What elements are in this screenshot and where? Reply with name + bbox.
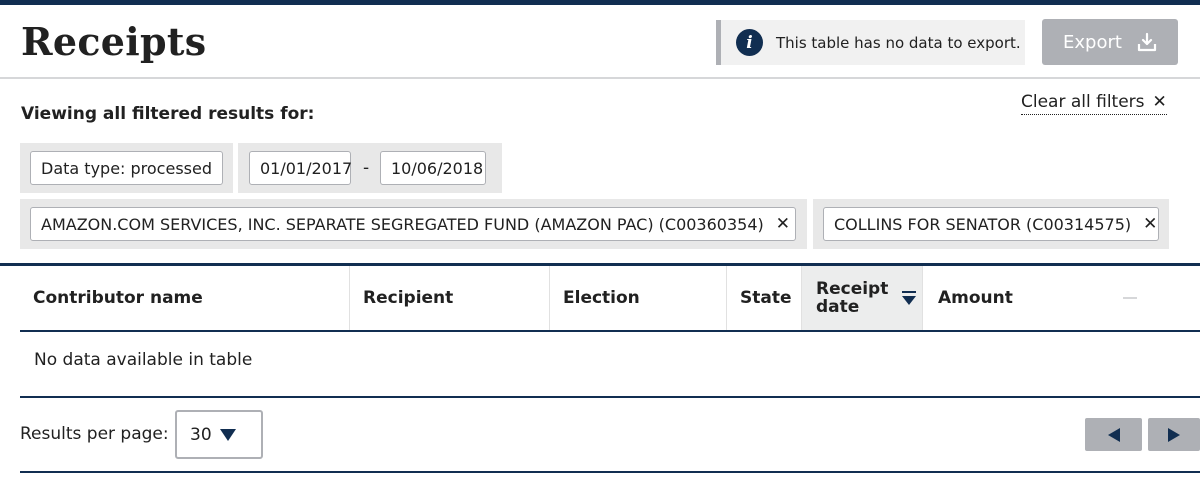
column-header-election[interactable]: Election <box>550 266 727 330</box>
table-empty-message: No data available in table <box>34 350 253 370</box>
caret-down-icon <box>219 428 236 441</box>
date-to-tag[interactable]: 10/06/2018 <box>380 151 486 185</box>
committee-filter-group-1: AMAZON.COM SERVICES, INC. SEPARATE SEGRE… <box>20 199 807 249</box>
date-from-label: 01/01/2017 <box>260 158 353 178</box>
committee-tag-label: COLLINS FOR SENATOR (C00314575) <box>834 214 1132 234</box>
export-button[interactable]: Export <box>1042 19 1178 65</box>
committee-tag-label: AMAZON.COM SERVICES, INC. SEPARATE SEGRE… <box>41 214 764 234</box>
column-header-label: Contributor name <box>33 288 203 308</box>
sort-descending-icon <box>902 291 916 305</box>
previous-page-button[interactable] <box>1085 418 1142 451</box>
arrow-left-icon <box>1107 427 1120 442</box>
export-button-label: Export <box>1063 31 1122 53</box>
column-header-state[interactable]: State <box>727 266 802 330</box>
next-page-button[interactable] <box>1148 418 1200 451</box>
results-per-page-select[interactable]: 30 <box>175 410 263 459</box>
column-header-contributor-name[interactable]: Contributor name <box>20 266 350 330</box>
table-bottom-border <box>20 396 1200 398</box>
date-range-filter-group: 01/01/2017 - 10/06/2018 <box>238 143 502 193</box>
data-type-tag-label: Data type: processed <box>41 158 212 178</box>
column-header-amount[interactable]: Amount <box>923 266 1200 330</box>
column-header-label: Election <box>563 288 640 308</box>
collapse-icon[interactable] <box>1123 297 1137 299</box>
data-type-filter-group: Data type: processed <box>20 143 233 193</box>
column-header-receipt-date[interactable]: Receipt date <box>802 266 923 330</box>
page-header: Receipts i This table has no data to exp… <box>0 5 1200 79</box>
column-header-recipient[interactable]: Recipient <box>350 266 550 330</box>
close-icon: ✕ <box>1152 92 1167 112</box>
info-icon: i <box>736 29 763 56</box>
results-per-page-label: Results per page: <box>20 424 169 444</box>
remove-filter-icon[interactable]: ✕ <box>1143 214 1157 234</box>
download-icon <box>1137 32 1157 52</box>
committee-tag: AMAZON.COM SERVICES, INC. SEPARATE SEGRE… <box>30 207 796 241</box>
committee-filter-group-2: COLLINS FOR SENATOR (C00314575) ✕ <box>813 199 1169 249</box>
committee-tag: COLLINS FOR SENATOR (C00314575) ✕ <box>823 207 1159 241</box>
clear-all-filters-label: Clear all filters <box>1021 92 1145 112</box>
viewing-filters-label: Viewing all filtered results for: <box>21 104 315 124</box>
column-header-label: State <box>740 288 792 308</box>
pagination-bottom-border <box>20 471 1200 473</box>
data-type-tag: Data type: processed <box>30 151 223 185</box>
column-header-label: Recipient <box>363 288 454 308</box>
column-header-label: Receipt date <box>816 279 889 317</box>
date-to-label: 10/06/2018 <box>391 158 484 178</box>
page-title: Receipts <box>21 19 207 64</box>
date-separator: - <box>363 158 370 178</box>
date-from-tag[interactable]: 01/01/2017 <box>249 151 353 185</box>
remove-filter-icon[interactable]: ✕ <box>776 214 790 234</box>
results-per-page-value: 30 <box>190 424 212 445</box>
clear-all-filters-button[interactable]: Clear all filters ✕ <box>1021 92 1167 115</box>
table-header-row: Contributor name Recipient Election Stat… <box>20 266 1200 332</box>
arrow-right-icon <box>1168 427 1180 442</box>
column-header-label: Amount <box>938 288 1013 308</box>
export-notice: i This table has no data to export. <box>716 20 1025 65</box>
export-notice-text: This table has no data to export. <box>776 33 1021 52</box>
